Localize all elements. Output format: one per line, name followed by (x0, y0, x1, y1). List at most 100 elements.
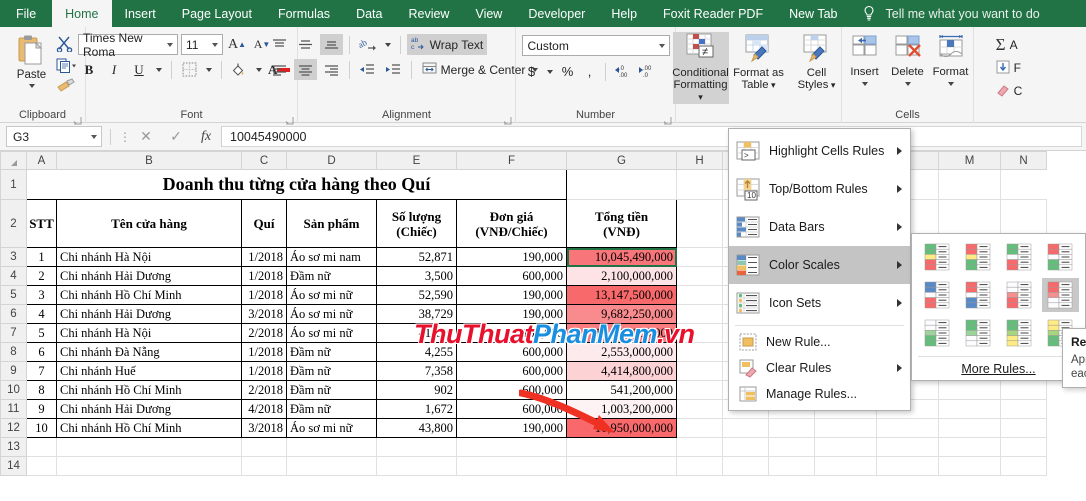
cell-D11[interactable]: Đầm nữ (286, 399, 377, 419)
column-header-M[interactable]: M (938, 151, 1001, 170)
cell-H2[interactable] (676, 199, 723, 248)
tab-file[interactable]: File (0, 0, 52, 27)
cell-C9[interactable]: 1/2018 (241, 361, 287, 381)
cell-L12[interactable] (876, 418, 939, 438)
cell-G14[interactable] (566, 456, 677, 476)
autosum-button[interactable]: Σ A (996, 35, 1023, 55)
color-scale-option-6[interactable] (959, 278, 996, 312)
cell-I13[interactable] (722, 437, 769, 457)
decrease-decimal-icon[interactable]: .00 .0 (635, 61, 657, 82)
percent-button[interactable]: % (558, 61, 578, 82)
cell-F11[interactable]: 600,000 (456, 399, 567, 419)
color-scale-option-10[interactable] (959, 316, 996, 350)
align-right-icon[interactable] (320, 59, 343, 80)
cell-B4[interactable]: Chi nhánh Hải Dương (56, 266, 242, 286)
cell-E7[interactable]: 41,180 (376, 323, 457, 343)
cell-C11[interactable]: 4/2018 (241, 399, 287, 419)
cell-A12[interactable]: 10 (26, 418, 57, 438)
cell-A6[interactable]: 4 (26, 304, 57, 324)
menu-item-top-bottom-rules[interactable]: 10 Top/Bottom Rules (729, 170, 910, 208)
tab-help[interactable]: Help (598, 0, 650, 27)
row-header-12[interactable]: 12 (0, 418, 27, 438)
menu-item-clear-rules[interactable]: Clear Rules (729, 355, 910, 381)
clear-button[interactable]: C (996, 81, 1022, 101)
borders-icon[interactable] (178, 59, 200, 80)
cell-F3[interactable]: 190,000 (456, 247, 567, 267)
cell-D14[interactable] (286, 456, 377, 476)
row-header-5[interactable]: 5 (0, 285, 27, 305)
increase-indent-icon[interactable] (382, 59, 405, 80)
cell-B13[interactable] (56, 437, 242, 457)
cell-styles-button[interactable]: Cell Styles ▾ (789, 32, 845, 104)
scissors-icon[interactable] (56, 35, 76, 53)
cell-K13[interactable] (814, 437, 877, 457)
cell-B11[interactable]: Chi nhánh Hải Dương (56, 399, 242, 419)
cell-E9[interactable]: 7,358 (376, 361, 457, 381)
format-painter-icon[interactable] (56, 77, 76, 95)
cell-H1[interactable] (566, 169, 677, 200)
cell-F8[interactable]: 600,000 (456, 342, 567, 362)
cell-M10[interactable] (938, 380, 1001, 400)
cell-D3[interactable]: Áo sơ mi nam (286, 247, 377, 267)
cell-D8[interactable]: Đầm nữ (286, 342, 377, 362)
cell-H8[interactable] (676, 342, 723, 362)
color-scale-option-1[interactable] (918, 240, 955, 274)
cell-G12[interactable]: 10,950,000,000 (566, 418, 677, 438)
cell-A11[interactable]: 9 (26, 399, 57, 419)
cell-A7[interactable]: 5 (26, 323, 57, 343)
cell-A4[interactable]: 2 (26, 266, 57, 286)
cell-F9[interactable]: 600,000 (456, 361, 567, 381)
cell-C10[interactable]: 2/2018 (241, 380, 287, 400)
cell-N13[interactable] (1000, 437, 1047, 457)
number-format-select[interactable]: Custom (521, 35, 670, 56)
insert-cells-button[interactable]: Insert (844, 34, 886, 86)
header-quantity[interactable]: Số lượng (Chiếc) (376, 199, 457, 248)
confirm-check-icon[interactable]: ✓ (161, 128, 191, 145)
menu-item-data-bars[interactable]: Data Bars (729, 208, 910, 246)
paste-button[interactable]: Paste (10, 32, 54, 88)
header-product[interactable]: Sản phẩm (286, 199, 377, 248)
cell-D6[interactable]: Áo sơ mi nữ (286, 304, 377, 324)
column-header-A[interactable]: A (26, 151, 57, 170)
cell-B3[interactable]: Chi nhánh Hà Nội (56, 247, 242, 267)
currency-button[interactable]: $ (522, 61, 542, 82)
tab-view[interactable]: View (462, 0, 515, 27)
delete-cells-button[interactable]: Delete (887, 34, 929, 86)
menu-item-new-rule[interactable]: New Rule... (729, 329, 910, 355)
header-unit-price[interactable]: Đơn giá (VNĐ/Chiếc) (456, 199, 567, 248)
color-scale-option-7[interactable] (1001, 278, 1038, 312)
cell-B10[interactable]: Chi nhánh Hồ Chí Minh (56, 380, 242, 400)
cell-F12[interactable]: 190,000 (456, 418, 567, 438)
cell-G13[interactable] (566, 437, 677, 457)
orientation-icon[interactable]: ab (356, 34, 379, 55)
column-header-B[interactable]: B (56, 151, 242, 170)
cell-N10[interactable] (1000, 380, 1047, 400)
cell-M11[interactable] (938, 399, 1001, 419)
row-header-10[interactable]: 10 (0, 380, 27, 400)
color-scale-option-11[interactable] (1001, 316, 1038, 350)
cell-E5[interactable]: 52,590 (376, 285, 457, 305)
currency-dropdown-caret[interactable] (546, 69, 553, 74)
bold-button[interactable]: B (78, 59, 100, 80)
fill-button[interactable]: F (996, 58, 1023, 78)
align-bottom-icon[interactable] (319, 34, 343, 55)
cell-G10[interactable]: 541,200,000 (566, 380, 677, 400)
cell-A3[interactable]: 1 (26, 247, 57, 267)
cell-H6[interactable] (676, 304, 723, 324)
cancel-x-icon[interactable]: ✕ (131, 128, 161, 145)
color-scale-option-8[interactable] (1041, 278, 1079, 312)
column-header-G[interactable]: G (566, 151, 677, 170)
column-header-C[interactable]: C (241, 151, 287, 170)
header-store[interactable]: Tên cửa hàng (56, 199, 242, 248)
cell-B8[interactable]: Chi nhánh Đà Nẵng (56, 342, 242, 362)
header-quarter[interactable]: Quí (241, 199, 287, 248)
alignment-dialog-launcher[interactable] (503, 112, 512, 125)
cell-G5[interactable]: 13,147,500,000 (566, 285, 677, 305)
borders-dropdown-caret[interactable] (206, 67, 212, 72)
cell-F4[interactable]: 600,000 (456, 266, 567, 286)
cell-E12[interactable]: 43,800 (376, 418, 457, 438)
row-header-3[interactable]: 3 (0, 247, 27, 267)
number-dialog-launcher[interactable] (663, 112, 672, 125)
tab-review[interactable]: Review (395, 0, 462, 27)
format-cells-button[interactable]: Format (930, 34, 972, 86)
